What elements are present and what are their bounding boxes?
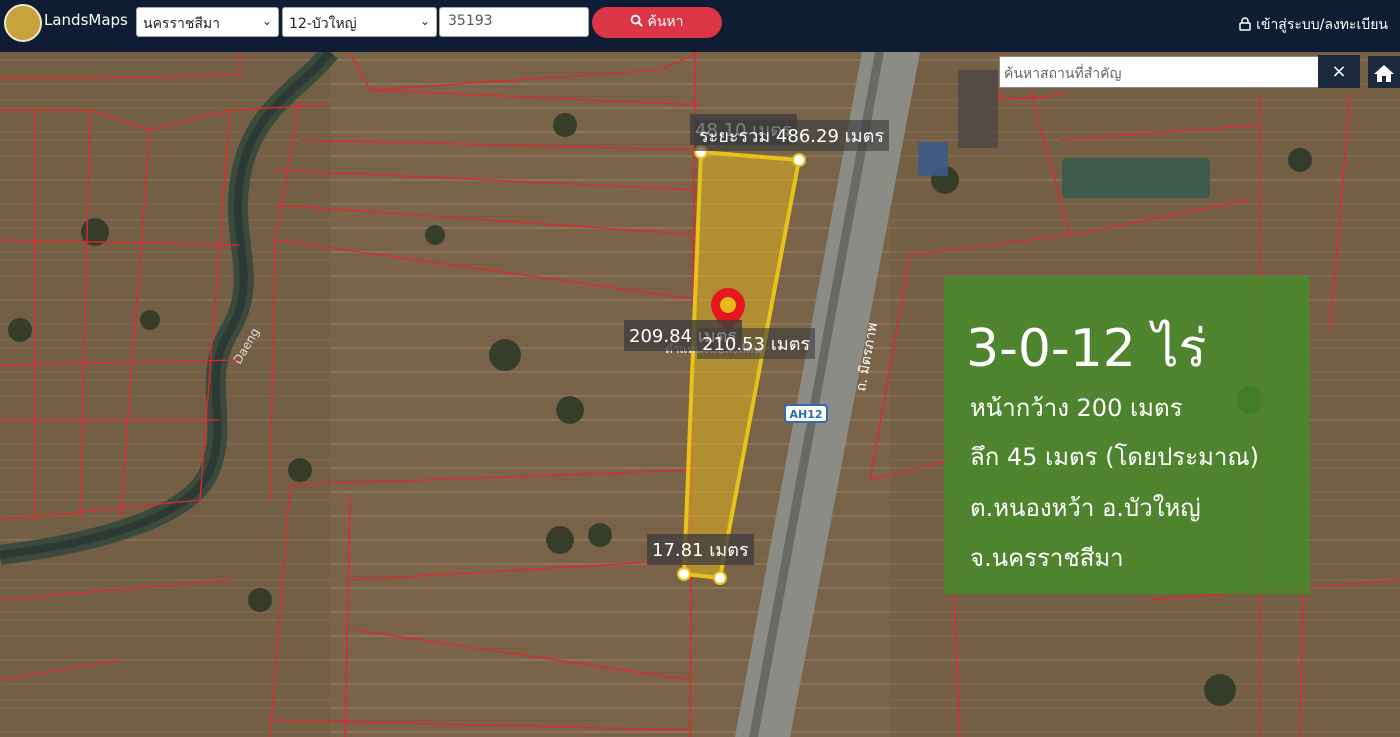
place-search-input[interactable]: ค้นหาสถานที่สำคัญ	[999, 56, 1319, 88]
search-button-label: ค้นหา	[647, 14, 684, 30]
parcel-number-input[interactable]: 35193	[439, 7, 589, 37]
search-button[interactable]: ค้นหา	[592, 7, 722, 38]
right-edge-length: 210.53 เมตร	[697, 328, 816, 359]
province-select[interactable]: นครราชสีมา ⌄	[136, 7, 279, 37]
home-button[interactable]	[1368, 56, 1400, 88]
brand-name: LandsMaps	[44, 11, 128, 29]
parcel-vertex[interactable]	[677, 567, 691, 581]
frontage-width: หน้ากว้าง 200 เมตร	[970, 394, 1183, 422]
bottom-edge-length: 17.81 เมตร	[647, 534, 754, 565]
home-icon	[1374, 65, 1394, 82]
chevron-down-icon: ⌄	[419, 14, 430, 28]
lock-icon	[1239, 17, 1251, 31]
parcel-vertex[interactable]	[713, 571, 727, 585]
farmland-west	[0, 52, 330, 737]
parcel-vertex[interactable]	[792, 153, 806, 167]
top-bar: LandsMaps นครราชสีมา ⌄ 12-บัวใหญ่ ⌄ 3519…	[0, 0, 1400, 52]
district-select[interactable]: 12-บัวใหญ่ ⌄	[282, 7, 437, 37]
province-select-value: นครราชสีมา	[143, 16, 220, 32]
highway-badge-label: AH12	[789, 408, 822, 421]
building	[918, 142, 948, 176]
close-search-button[interactable]: ×	[1318, 55, 1360, 88]
pond	[1062, 158, 1210, 198]
location-subdistrict: ต.หนองหว้า อ.บัวใหญ่	[970, 494, 1201, 522]
search-icon	[631, 14, 644, 27]
lands-department-logo	[4, 4, 42, 42]
perimeter-total: ระยะรวม 486.29 เมตร	[694, 120, 889, 151]
login-link[interactable]: เข้าสู่ระบบ/ลงทะเบียน	[1239, 14, 1388, 36]
land-depth: ลึก 45 เมตร (โดยประมาณ)	[970, 443, 1260, 471]
land-area: 3-0-12 ไร่	[966, 319, 1207, 379]
district-select-value: 12-บัวใหญ่	[289, 16, 357, 32]
login-link-label: เข้าสู่ระบบ/ลงทะเบียน	[1256, 17, 1388, 33]
chevron-down-icon: ⌄	[261, 14, 272, 28]
location-province: จ.นครราชสีมา	[970, 544, 1124, 572]
building	[958, 70, 998, 148]
listing-info-box: 3-0-12 ไร่ หน้ากว้าง 200 เมตร ลึก 45 เมต…	[944, 276, 1310, 594]
